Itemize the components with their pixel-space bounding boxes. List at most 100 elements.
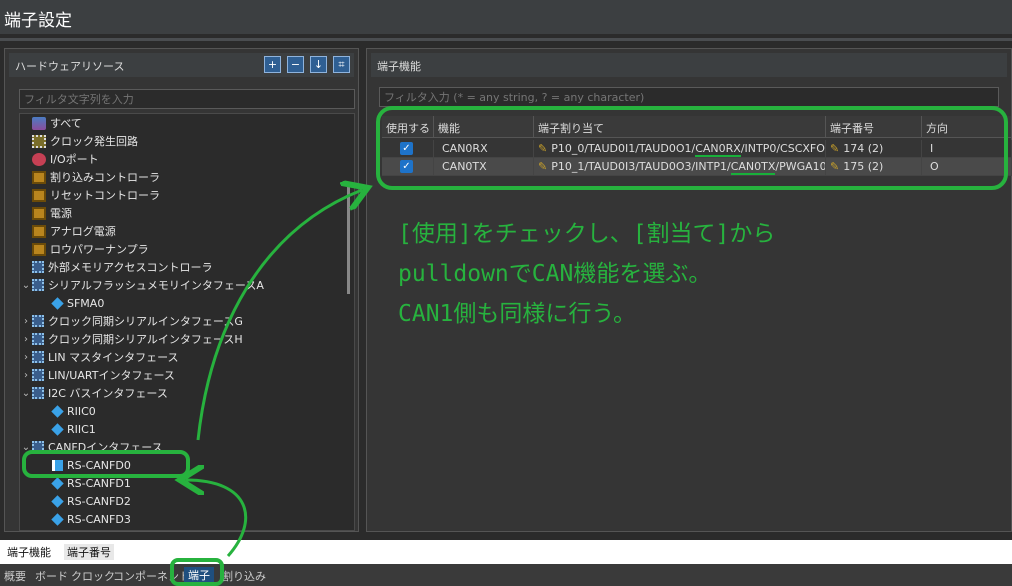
direction-cell: O [922, 158, 1012, 175]
tree-scrollbar[interactable] [347, 184, 350, 294]
tab-interrupt[interactable]: 割り込み [222, 568, 266, 584]
annotation-line-3: CAN1側も同様に行う。 [398, 301, 637, 327]
cube-icon [51, 422, 64, 436]
chevron-down-icon[interactable]: ⌄ [20, 280, 32, 291]
tree-item[interactable]: › クロック同期シリアルインタフェースH [20, 330, 243, 348]
pin-filter-input[interactable] [379, 87, 999, 107]
table-row[interactable]: ✓ CAN0RX ✎ P10_0/TAUD0I1/TAUD0O1/CAN0RX/I… [382, 140, 1012, 158]
tree-item[interactable]: ⌄ CANFDインタフェース [20, 438, 163, 456]
tree-item[interactable]: SFMA0 [40, 294, 104, 312]
clk-icon [32, 134, 46, 148]
use-checkbox[interactable]: ✓ [400, 160, 413, 173]
assignment-cell[interactable]: ✎ P10_1/TAUD0I3/TAUD0O3/INTP1/CAN0TX/PWGA… [534, 158, 826, 175]
tree-item[interactable]: クロック発生回路 [20, 132, 138, 150]
assignment-highlight: CAN0TX [730, 160, 776, 175]
tree-item[interactable]: 電源 [20, 204, 72, 222]
chip-icon [32, 242, 46, 256]
tab-pin-number[interactable]: 端子番号 [64, 544, 114, 560]
cube-icon [51, 296, 64, 310]
tree-item[interactable]: RIIC0 [40, 402, 96, 420]
pin-icon [32, 279, 44, 291]
column-header-assignment[interactable]: 端子割り当て [534, 116, 826, 137]
panel-tabs: 端子機能 端子番号 [0, 540, 1012, 564]
resource-filter-input[interactable] [19, 89, 355, 109]
column-header-pin-number[interactable]: 端子番号 [826, 116, 922, 137]
tab-pin-function[interactable]: 端子機能 [4, 544, 54, 560]
tree-item[interactable]: RS-CANFD1 [40, 474, 131, 492]
pin-number-value: 175 (2) [843, 160, 884, 173]
io-icon [32, 152, 46, 166]
tree-item[interactable]: すべて [20, 114, 82, 132]
tree-item-label: クロック同期シリアルインタフェースG [48, 315, 243, 328]
tree-item[interactable]: › LIN マスタインタフェース [20, 348, 179, 366]
hardware-resource-header: ハードウェアリソース + − ↓ ⌗ [9, 53, 354, 77]
tree-item-label: ロウパワーナンプラ [50, 243, 149, 256]
hierarchy-icon[interactable]: ⌗ [333, 56, 350, 73]
chevron-right-icon[interactable]: › [20, 334, 32, 345]
tab-component[interactable]: コンポーネント [113, 568, 190, 584]
direction-cell: I [922, 140, 1012, 157]
cube-icon [51, 404, 64, 418]
column-header-function[interactable]: 機能 [434, 116, 534, 137]
tree-item[interactable]: ロウパワーナンプラ [20, 240, 149, 258]
pin-number-icon: ✎ [830, 142, 840, 155]
pin-number-cell: ✎ 174 (2) [826, 140, 922, 157]
title-separator [0, 38, 1012, 41]
tab-pins[interactable]: 端子 [184, 567, 214, 583]
tree-item-label: I2C バスインタフェース [48, 387, 168, 400]
tab-clock[interactable]: クロック [71, 568, 115, 584]
expand-all-icon[interactable]: + [264, 56, 281, 73]
tree-item[interactable]: RS-CANFD2 [40, 492, 131, 510]
tree-item[interactable]: RIIC1 [40, 420, 96, 438]
tree-item-label: RIIC0 [67, 404, 96, 418]
annotation-line-2: pulldownでCAN機能を選ぶ。 [398, 261, 712, 287]
pin-function-header: 端子機能 [371, 53, 1007, 77]
table-row[interactable]: ✓ CAN0TX ✎ P10_1/TAUD0I3/TAUD0O3/INTP1/CA… [382, 158, 1012, 176]
chevron-right-icon[interactable]: › [20, 352, 32, 363]
column-header-direction[interactable]: 方向 [922, 116, 1012, 137]
chevron-down-icon[interactable]: ⌄ [20, 442, 32, 453]
tree-item-label: CANFDインタフェース [48, 441, 163, 454]
chevron-right-icon[interactable]: › [20, 370, 32, 381]
tree-item-label: RS-CANFD2 [67, 494, 131, 508]
tree-item[interactable]: リセットコントローラ [20, 186, 160, 204]
tree-item-label: クロック同期シリアルインタフェースH [48, 333, 243, 346]
column-header-use[interactable]: 使用する [382, 116, 434, 137]
chevron-down-icon[interactable]: ⌄ [20, 388, 32, 399]
tree-item-label: リセットコントローラ [50, 189, 160, 202]
annotation-line-1: [使用]をチェックし、[割当て]から [398, 221, 776, 247]
use-checkbox[interactable]: ✓ [400, 142, 413, 155]
tree-item[interactable]: アナログ電源 [20, 222, 116, 240]
pin-icon [32, 441, 44, 453]
pin-number-cell: ✎ 175 (2) [826, 158, 922, 175]
tab-overview[interactable]: 概要 [4, 568, 26, 584]
tree-item-label: RIIC1 [67, 422, 96, 436]
resource-tree[interactable]: すべてクロック発生回路 I/Oポート 割り込みコントローラリセットコントローラ 電源ア… [19, 113, 355, 531]
sort-icon[interactable]: ↓ [310, 56, 327, 73]
cube-icon [51, 476, 64, 490]
tree-item[interactable]: ⌄ I2C バスインタフェース [20, 384, 168, 402]
tree-item-label: RS-CANFD1 [67, 476, 131, 490]
tree-item[interactable]: 外部メモリアクセスコントローラ [20, 258, 212, 276]
collapse-all-icon[interactable]: − [287, 56, 304, 73]
tree-item[interactable]: › LIN/UARTインタフェース [20, 366, 175, 384]
tab-board[interactable]: ボード [35, 568, 68, 584]
tree-item[interactable]: RS-CANFD3 [40, 510, 131, 528]
pin-icon [32, 387, 44, 399]
tree-item[interactable]: I/Oポート [20, 150, 99, 168]
pin-icon [32, 369, 44, 381]
tree-item-label: クロック発生回路 [50, 135, 138, 148]
tree-item[interactable]: RS-CANFD0 [40, 456, 131, 474]
pin-number-icon: ✎ [830, 160, 840, 173]
tree-item[interactable]: › クロック同期シリアルインタフェースG [20, 312, 243, 330]
tree-item-label: 外部メモリアクセスコントローラ [48, 261, 213, 274]
tree-item-label: LIN/UARTインタフェース [48, 369, 175, 382]
assignment-cell[interactable]: ✎ P10_0/TAUD0I1/TAUD0O1/CAN0RX/INTP0/CSCX… [534, 140, 826, 157]
tree-item[interactable]: 割り込みコントローラ [20, 168, 160, 186]
tree-item[interactable]: ⌄ シリアルフラッシュメモリインタフェースA [20, 276, 264, 294]
assignment-prefix: P10_1/TAUD0I3/TAUD0O3/INTP1/ [551, 160, 731, 173]
chevron-right-icon[interactable]: › [20, 316, 32, 327]
tree-item-label: 電源 [50, 207, 72, 220]
chip-icon [32, 206, 46, 220]
tree-item-label: シリアルフラッシュメモリインタフェースA [48, 279, 264, 292]
